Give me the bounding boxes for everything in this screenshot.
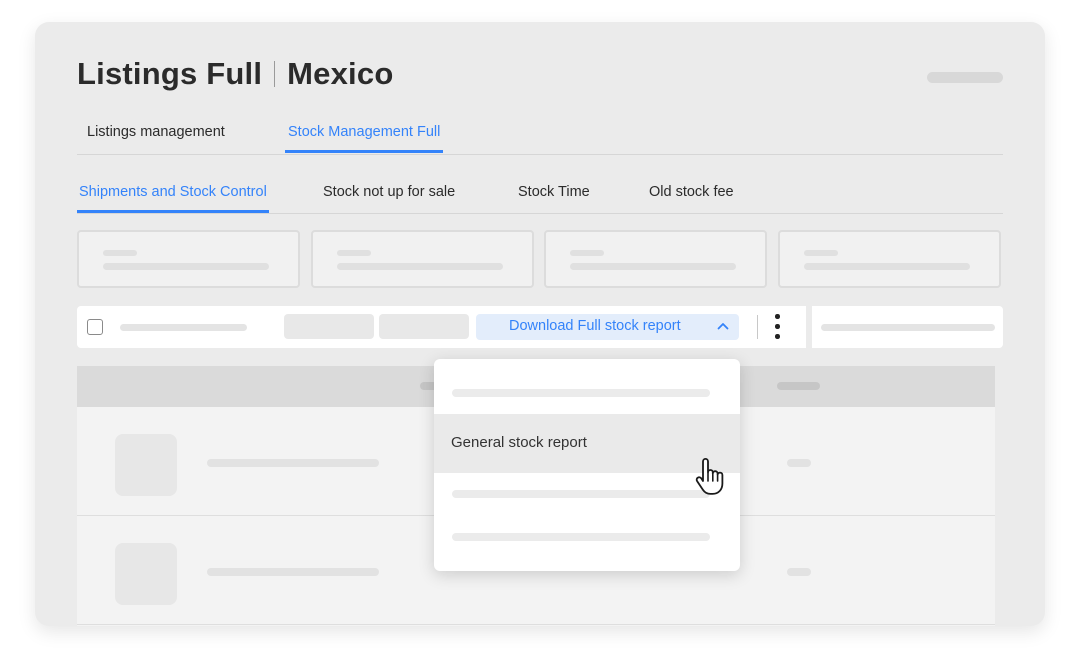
summary-card[interactable] — [778, 230, 1001, 288]
page-title: Listings Full — [77, 56, 263, 91]
placeholder-line — [337, 250, 371, 256]
placeholder-line — [207, 568, 379, 576]
title-divider — [274, 61, 276, 87]
menu-item-general-stock-report[interactable]: General stock report — [434, 414, 740, 473]
placeholder-line — [804, 250, 838, 256]
placeholder-line — [337, 263, 503, 270]
header-placeholder — [927, 72, 1003, 83]
placeholder-line — [787, 568, 811, 576]
placeholder-line — [570, 250, 604, 256]
action-button[interactable] — [284, 314, 374, 339]
download-button-label: Download Full stock report — [509, 318, 681, 334]
main-tabs: Listings management Stock Management Ful… — [77, 120, 1003, 155]
chevron-up-icon — [717, 323, 729, 330]
subtab-shipments-stock-control[interactable]: Shipments and Stock Control — [77, 180, 269, 213]
subtab-old-stock-fee[interactable]: Old stock fee — [647, 180, 736, 213]
placeholder-line — [103, 250, 137, 256]
placeholder-line — [207, 459, 379, 467]
summary-card[interactable] — [544, 230, 767, 288]
toolbar-divider — [757, 315, 758, 339]
placeholder-line — [570, 263, 736, 270]
menu-item-label: General stock report — [451, 434, 587, 451]
menu-item-placeholder[interactable] — [452, 490, 710, 498]
header-placeholder — [777, 382, 820, 390]
product-thumbnail — [115, 543, 177, 605]
toolbar-actions: Download Full stock report — [77, 306, 806, 348]
placeholder-line — [821, 324, 995, 331]
select-all-checkbox[interactable] — [87, 319, 103, 335]
action-button[interactable] — [379, 314, 469, 339]
menu-item-placeholder[interactable] — [452, 389, 710, 397]
download-full-stock-report-button[interactable]: Download Full stock report — [476, 314, 739, 340]
toolbar-search[interactable] — [812, 306, 1003, 348]
product-thumbnail — [115, 434, 177, 496]
summary-card[interactable] — [311, 230, 534, 288]
subtab-stock-not-for-sale[interactable]: Stock not up for sale — [321, 180, 457, 213]
page-header: Listings Full Mexico — [77, 56, 393, 92]
placeholder-line — [103, 263, 269, 270]
placeholder-line — [120, 324, 247, 331]
subtab-stock-time[interactable]: Stock Time — [516, 180, 592, 213]
page-subtitle-country: Mexico — [287, 56, 394, 91]
placeholder-line — [787, 459, 811, 467]
download-report-dropdown: General stock report — [434, 359, 740, 571]
tab-stock-management-full[interactable]: Stock Management Full — [285, 120, 444, 153]
placeholder-line — [804, 263, 970, 270]
kebab-menu-icon[interactable] — [772, 313, 782, 341]
tab-listings-management[interactable]: Listings management — [84, 120, 228, 153]
summary-card[interactable] — [77, 230, 300, 288]
menu-item-placeholder[interactable] — [452, 533, 710, 541]
sub-tabs: Shipments and Stock Control Stock not up… — [77, 180, 1003, 214]
table-toolbar: Download Full stock report — [77, 306, 1003, 348]
